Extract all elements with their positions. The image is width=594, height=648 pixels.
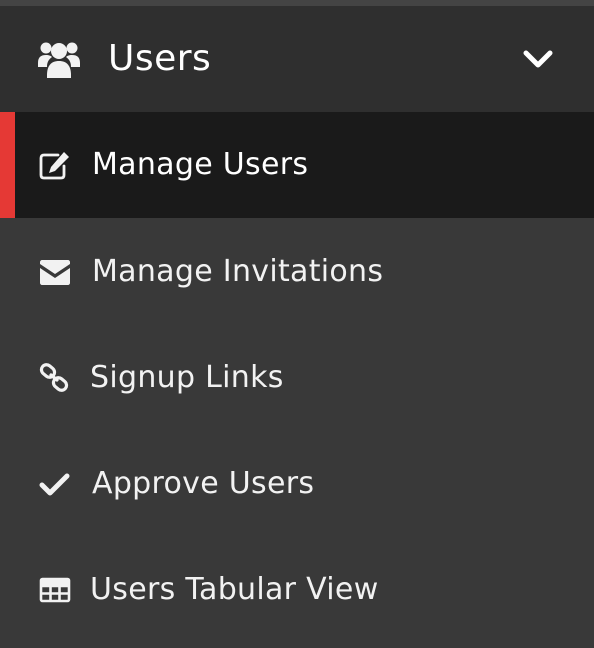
- menu-item-users-tabular-view[interactable]: Users Tabular View: [0, 537, 594, 643]
- menu-item-approve-users[interactable]: Approve Users: [0, 431, 594, 537]
- chevron-down-icon[interactable]: [522, 48, 554, 72]
- menu-item-label: Approve Users: [92, 466, 315, 501]
- menu-item-manage-users[interactable]: Manage Users: [0, 112, 594, 218]
- menu-item-signup-links[interactable]: Signup Links: [0, 325, 594, 431]
- link-icon: [39, 363, 69, 392]
- envelope-icon: [40, 260, 70, 285]
- menu-item-label: Signup Links: [90, 360, 284, 395]
- menu-item-label: Users Tabular View: [90, 572, 379, 607]
- users-group-header[interactable]: Users: [0, 6, 594, 112]
- check-icon: [39, 473, 70, 496]
- menu-item-label: Manage Users: [92, 147, 309, 182]
- sidebar: Users Manage Users Manage Invitations Si…: [0, 0, 594, 648]
- group-title: Users: [108, 38, 212, 79]
- table-icon: [39, 577, 71, 603]
- menu-item-label: Manage Invitations: [92, 254, 384, 289]
- active-indicator: [0, 112, 15, 218]
- users-icon: [38, 42, 80, 78]
- edit-icon: [39, 152, 69, 180]
- menu-item-manage-invitations[interactable]: Manage Invitations: [0, 219, 594, 325]
